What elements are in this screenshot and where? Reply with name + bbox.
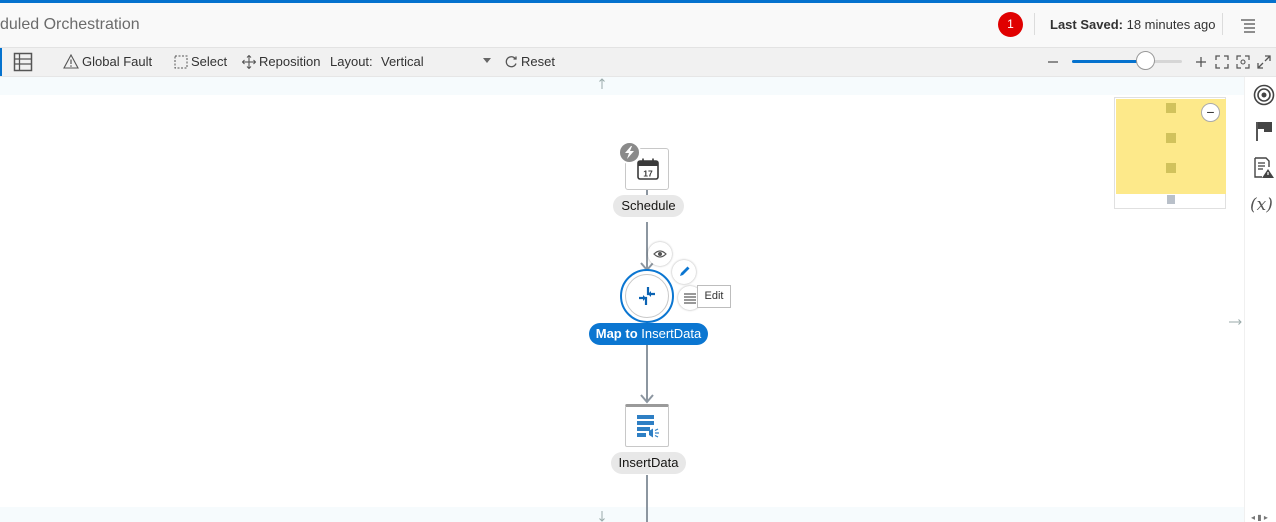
eye-icon <box>653 250 667 258</box>
page-title: duled Orchestration <box>0 16 140 33</box>
layout-value: Vertical <box>381 54 424 69</box>
notification-badge[interactable]: 1 <box>998 12 1023 37</box>
canvas-top-band <box>0 77 1244 95</box>
panel-scroll-handle[interactable]: ◂ ▮ ▸ <box>1251 513 1268 522</box>
header-divider <box>1222 13 1223 35</box>
chevron-down-icon <box>483 58 491 63</box>
expand-icon[interactable] <box>1257 55 1271 69</box>
select-icon <box>174 55 188 68</box>
database-invoke-icon <box>637 415 659 438</box>
minimap-collapse-button[interactable]: − <box>1201 103 1220 122</box>
warning-icon <box>63 54 79 69</box>
variable-icon[interactable]: (x) <box>1250 195 1273 215</box>
trigger-bolt-badge <box>618 141 641 164</box>
view-button[interactable] <box>648 242 672 266</box>
report-warning-icon[interactable] <box>1253 157 1275 179</box>
minimap-node <box>1166 163 1176 173</box>
minimap-node <box>1166 133 1176 143</box>
last-saved-label: Last Saved: <box>1050 17 1123 32</box>
last-saved-value: 18 minutes ago <box>1126 17 1216 32</box>
menu-icon[interactable] <box>1240 17 1256 33</box>
layout-label: Layout: <box>330 54 373 69</box>
zoom-in-icon[interactable] <box>1194 55 1208 69</box>
global-fault-button[interactable]: Global Fault <box>63 54 152 69</box>
insertdata-node-label[interactable]: InsertData <box>611 452 686 474</box>
schedule-node-label[interactable]: Schedule <box>613 195 684 217</box>
minimap[interactable]: − <box>1114 97 1226 209</box>
hamburger-icon <box>684 293 696 304</box>
select-label: Select <box>191 54 228 69</box>
header: duled Orchestration 1 Last Saved: 18 min… <box>0 3 1276 48</box>
minimap-node <box>1166 103 1176 113</box>
map-node-label-rest: InsertData <box>637 326 702 341</box>
insertdata-node[interactable] <box>625 404 669 447</box>
header-divider <box>1034 13 1035 35</box>
map-node-label-bold: Map to <box>595 326 638 341</box>
reposition-button[interactable]: Reposition <box>242 54 320 69</box>
flag-icon[interactable] <box>1254 120 1274 142</box>
edit-button[interactable] <box>672 260 696 284</box>
reposition-label: Reposition <box>259 54 321 69</box>
zoom-slider-thumb[interactable] <box>1136 51 1156 70</box>
scroll-right-arrow-icon[interactable] <box>1228 317 1242 327</box>
pencil-icon <box>680 266 690 276</box>
layout-select[interactable]: Vertical <box>381 54 493 69</box>
reset-label: Reset <box>521 54 555 69</box>
move-icon <box>242 54 256 69</box>
select-button[interactable]: Select <box>174 54 227 69</box>
toolbar-accent <box>0 48 2 76</box>
edit-tooltip: Edit <box>697 285 731 308</box>
scroll-up-arrow-icon[interactable] <box>597 78 607 90</box>
calendar-day-text: 17 <box>643 169 653 179</box>
zoom-slider[interactable] <box>1072 51 1182 70</box>
minimap-node <box>1167 195 1175 204</box>
zoom-slider-fill <box>1072 60 1146 63</box>
last-saved-status: Last Saved: 18 minutes ago <box>1050 17 1216 32</box>
zoom-out-icon[interactable] <box>1046 55 1060 69</box>
map-node[interactable] <box>620 269 674 323</box>
scroll-down-arrow-icon[interactable] <box>597 510 607 522</box>
refresh-icon <box>505 55 517 67</box>
right-side-panel: (x) ◂ ▮ ▸ <box>1244 77 1276 522</box>
focus-icon[interactable] <box>1236 55 1250 69</box>
canvas-bottom-band <box>0 507 1244 522</box>
map-icon <box>639 287 655 305</box>
canvas-toolbar: Global Fault Select Reposition Layout: V… <box>0 48 1276 77</box>
map-node-label[interactable]: Map to InsertData <box>589 323 708 345</box>
lightning-icon <box>625 146 634 159</box>
fit-to-screen-icon[interactable] <box>1215 55 1229 69</box>
global-fault-label: Global Fault <box>82 54 153 69</box>
target-icon[interactable] <box>1253 84 1275 106</box>
calendar-icon: 17 <box>637 158 659 180</box>
list-view-icon[interactable] <box>13 52 33 72</box>
reset-button[interactable]: Reset <box>504 54 555 69</box>
